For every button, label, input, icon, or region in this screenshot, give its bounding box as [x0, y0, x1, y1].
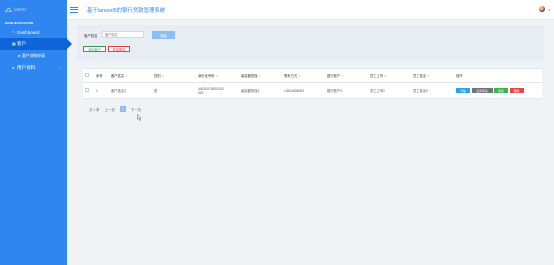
- sort-icon[interactable]: ⇅: [298, 74, 300, 78]
- table-icon: ▦: [12, 41, 16, 46]
- bulk-delete-button[interactable]: 批量删除: [108, 46, 130, 52]
- sidebar-item-label: 客户贷款申请: [22, 53, 45, 58]
- menu-toggle-icon[interactable]: [70, 6, 78, 13]
- column-header[interactable]: 员工工号⇅: [368, 68, 411, 83]
- avatar[interactable]: [539, 6, 545, 12]
- column-header[interactable]: 客户姓名⇅: [109, 68, 152, 83]
- table-header-row: 序号 客户姓名⇅ 性别⇅ 身份证号码⇅ 最高额担保⇅ 联系方式⇅ 银行账户⇅ 员…: [83, 68, 542, 83]
- detail-button[interactable]: 详情: [456, 88, 470, 93]
- user-icon: ●: [12, 65, 15, 70]
- cell-name: 客户姓名3: [109, 82, 152, 99]
- sort-icon[interactable]: ⇅: [125, 74, 127, 78]
- search-button[interactable]: 搜索: [152, 31, 175, 39]
- cell-bank: 银行账户3: [325, 82, 368, 99]
- column-header[interactable]: 序号: [94, 68, 109, 83]
- column-header[interactable]: 身份证号码⇅: [196, 68, 239, 83]
- sort-icon[interactable]: ⇅: [258, 74, 260, 78]
- sidebar-item-dashboard[interactable]: ⌂ Dashboard: [0, 26, 67, 38]
- column-header[interactable]: 性别⇅: [152, 68, 196, 83]
- prev-page-link[interactable]: 上一页: [105, 107, 115, 112]
- user-icon: ●: [18, 53, 21, 58]
- sidebar-item-label: Dashboard: [17, 29, 40, 35]
- sidebar-item-customers[interactable]: ▦ 客户: [0, 38, 72, 50]
- select-all-checkbox[interactable]: [85, 73, 89, 77]
- column-header[interactable]: 员工姓名⇅: [411, 68, 454, 83]
- sidebar-item-user-profile[interactable]: ● 用户资料 ⌄: [0, 62, 67, 74]
- cell-emp-no: 员工工号2: [368, 82, 411, 99]
- chevron-down-icon: ⌄: [58, 66, 61, 70]
- sidebar-item-label: 客户: [17, 41, 27, 46]
- logo[interactable]: CREPY: [0, 0, 67, 20]
- customer-table: 序号 客户姓名⇅ 性别⇅ 身份证号码⇅ 最高额担保⇅ 联系方式⇅ 银行账户⇅ 员…: [83, 68, 542, 99]
- cell-no: 1: [94, 82, 109, 99]
- delete-button[interactable]: 删除: [509, 88, 524, 93]
- sort-icon[interactable]: ⇅: [427, 74, 429, 78]
- cell-phone: 13613696002: [282, 82, 325, 99]
- sidebar-item-label: 用户资料: [17, 65, 36, 70]
- page-number-current[interactable]: 1: [119, 106, 126, 112]
- pagination-total: 共 1 条: [89, 107, 100, 112]
- cell-gender: 男: [152, 82, 196, 99]
- caret-down-icon[interactable]: ▾: [548, 8, 550, 12]
- cell-id-number: 44032019920202 002: [196, 82, 239, 99]
- column-header: 操作: [454, 68, 542, 83]
- column-header[interactable]: 最高额担保⇅: [239, 68, 282, 83]
- logo-text: CREPY: [14, 8, 27, 12]
- select-all-cell[interactable]: [83, 68, 94, 83]
- logo-icon: [5, 7, 12, 12]
- cell-guarantee: 最高额担保2: [239, 82, 282, 99]
- loan-apply-button[interactable]: 贷款申请: [471, 88, 493, 93]
- search-input[interactable]: [102, 31, 144, 38]
- sort-icon[interactable]: ⇅: [215, 74, 217, 78]
- search-label: 客户姓名: [84, 34, 98, 38]
- search-panel: 客户姓名 搜索 添加客户 批量删除: [77, 25, 544, 61]
- app-title: 基于laravel5的银行贷款管理系统: [87, 7, 166, 14]
- pagination: 共 1 条 上一页 1 下一页: [89, 106, 141, 112]
- sort-icon[interactable]: ⇅: [341, 74, 343, 78]
- table-row: 1 客户姓名3 男 44032019920202 002 最高额担保2 1361…: [83, 82, 542, 99]
- row-checkbox[interactable]: [85, 88, 89, 92]
- add-customer-button[interactable]: 添加客户: [83, 46, 106, 52]
- sort-icon[interactable]: ⇅: [162, 74, 164, 78]
- sort-icon[interactable]: ⇅: [384, 74, 386, 78]
- mouse-cursor-icon: [137, 114, 142, 121]
- column-header[interactable]: 联系方式⇅: [282, 68, 325, 83]
- next-page-link[interactable]: 下一页: [131, 107, 141, 112]
- top-header: 基于laravel5的银行贷款管理系统 ▾: [67, 0, 554, 20]
- column-header[interactable]: 银行账户⇅: [325, 68, 368, 83]
- cell-actions: 详情 贷款申请 修改 删除: [454, 82, 542, 99]
- sidebar-item-loan-applications[interactable]: ● 客户贷款申请: [0, 50, 67, 62]
- row-select-cell[interactable]: [83, 82, 94, 99]
- cell-emp-name: 员工姓名2: [411, 82, 454, 99]
- sidebar: CREPY MAIN NAVIGATION ⌂ Dashboard ▦ 客户 ●…: [0, 0, 72, 265]
- home-icon: ⌂: [12, 29, 15, 34]
- edit-button[interactable]: 修改: [494, 88, 508, 93]
